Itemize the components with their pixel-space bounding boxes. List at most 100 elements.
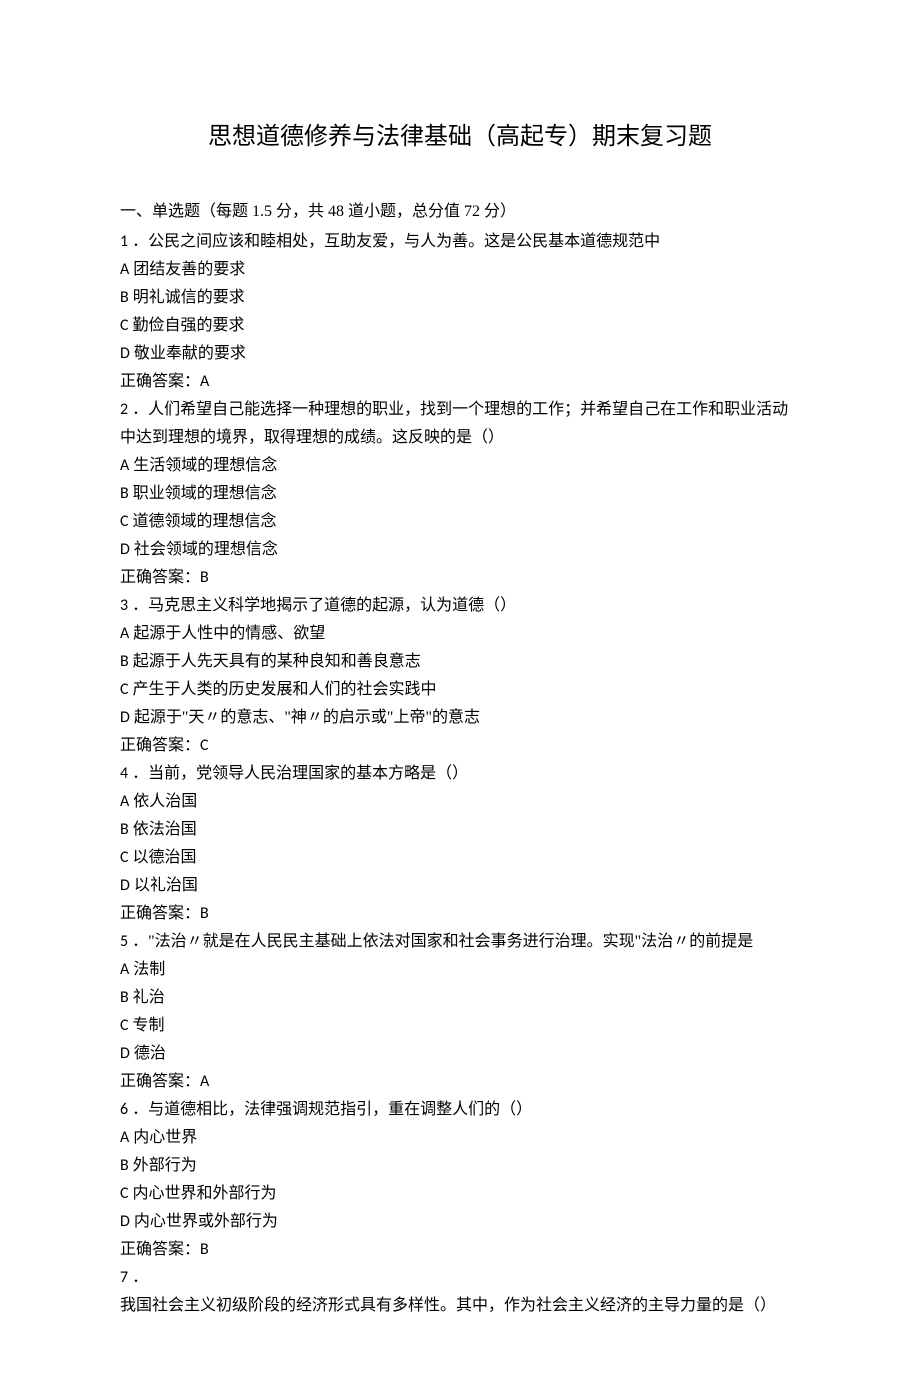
question-separator: ．	[128, 765, 148, 782]
option-text: 外部行为	[129, 1157, 197, 1174]
answer-label: 正确答案：	[120, 569, 200, 586]
option: A 生活领域的理想信念	[120, 452, 800, 480]
question-stem: 7 ．我国社会主义初级阶段的经济形式具有多样性。其中，作为社会主义经济的主导力量…	[120, 1264, 800, 1320]
option-letter: B	[120, 820, 129, 839]
answer-label: 正确答案：	[120, 905, 200, 922]
answer-value: A	[200, 372, 209, 391]
answer-line: 正确答案：B	[120, 1236, 800, 1264]
option: B 明礼诚信的要求	[120, 284, 800, 312]
option-text: 团结友善的要求	[129, 261, 245, 278]
question-number: 4	[120, 764, 128, 783]
option-text: 起源于人性中的情感、欲望	[129, 625, 325, 642]
option-letter: A	[120, 1128, 129, 1147]
option-letter: B	[120, 288, 129, 307]
option-text: 内心世界和外部行为	[129, 1185, 277, 1202]
option: D 起源于"天〃的意志、"神〃的启示或"上帝"的意志	[120, 704, 800, 732]
option-text: 起源于人先天具有的某种良知和善良意志	[129, 653, 421, 670]
option-text: 敬业奉献的要求	[130, 345, 246, 362]
document-page: 思想道德修养与法律基础（高起专）期末复习题 一、单选题（每题 1.5 分，共 4…	[0, 0, 920, 1380]
option-letter: A	[120, 792, 129, 811]
option-text: 法制	[129, 961, 165, 978]
question-number: 3	[120, 596, 128, 615]
answer-line: 正确答案：B	[120, 564, 800, 592]
option: D 社会领域的理想信念	[120, 536, 800, 564]
answer-value: B	[200, 904, 209, 923]
option-letter: C	[120, 680, 129, 699]
question-number: 6	[120, 1100, 128, 1119]
answer-line: 正确答案：C	[120, 732, 800, 760]
option-letter: C	[120, 1184, 129, 1203]
question-stem: 6 ．与道德相比，法律强调规范指引，重在调整人们的（）	[120, 1096, 800, 1124]
question-block: 2 ．人们希望自己能选择一种理想的职业，找到一个理想的工作；并希望自己在工作和职…	[120, 396, 800, 592]
question-block: 3 ．马克思主义科学地揭示了道德的起源，认为道德（） A 起源于人性中的情感、欲望…	[120, 592, 800, 760]
question-number: 1	[120, 232, 128, 251]
question-text: 马克思主义科学地揭示了道德的起源，认为道德（）	[148, 597, 516, 614]
question-block: 7 ．我国社会主义初级阶段的经济形式具有多样性。其中，作为社会主义经济的主导力量…	[120, 1264, 800, 1320]
option-letter: D	[120, 1212, 130, 1231]
option: A 内心世界	[120, 1124, 800, 1152]
question-stem: 4 ．当前，党领导人民治理国家的基本方略是（）	[120, 760, 800, 788]
option: D 敬业奉献的要求	[120, 340, 800, 368]
question-number: 7	[120, 1268, 128, 1287]
page-title: 思想道德修养与法律基础（高起专）期末复习题	[120, 116, 800, 158]
option-letter: D	[120, 876, 130, 895]
answer-label: 正确答案：	[120, 737, 200, 754]
option-text: 明礼诚信的要求	[129, 289, 245, 306]
option: A 团结友善的要求	[120, 256, 800, 284]
option-letter: A	[120, 456, 129, 475]
option-letter: A	[120, 260, 129, 279]
question-text: 当前，党领导人民治理国家的基本方略是（）	[148, 765, 468, 782]
question-text: 与道德相比，法律强调规范指引，重在调整人们的（）	[148, 1101, 532, 1118]
option: A 依人治国	[120, 788, 800, 816]
questions-list: 1 ．公民之间应该和睦相处，互助友爱，与人为善。这是公民基本道德规范中A 团结友…	[120, 228, 800, 1320]
option-text: 内心世界或外部行为	[130, 1213, 278, 1230]
question-separator: ．	[128, 1101, 148, 1118]
option: D 德治	[120, 1040, 800, 1068]
option: D 内心世界或外部行为	[120, 1208, 800, 1236]
option-text: 生活领域的理想信念	[129, 457, 277, 474]
option-letter: A	[120, 624, 129, 643]
option-letter: C	[120, 316, 129, 335]
option: B 外部行为	[120, 1152, 800, 1180]
answer-value: C	[200, 736, 209, 755]
option-text: 依法治国	[129, 821, 197, 838]
answer-label: 正确答案：	[120, 1241, 200, 1258]
answer-line: 正确答案：A	[120, 368, 800, 396]
question-block: 6 ．与道德相比，法律强调规范指引，重在调整人们的（）A 内心世界B 外部行为C…	[120, 1096, 800, 1264]
option-letter: B	[120, 988, 129, 1007]
question-number: 2	[120, 400, 128, 419]
question-number: 5	[120, 932, 128, 951]
answer-line: 正确答案：A	[120, 1068, 800, 1096]
option-text: 礼治	[129, 989, 165, 1006]
option-text: 社会领域的理想信念	[130, 541, 278, 558]
question-separator: ．	[128, 401, 148, 418]
section-header: 一、单选题（每题 1.5 分，共 48 道小题，总分值 72 分）	[120, 198, 800, 226]
option-text: 职业领域的理想信念	[129, 485, 277, 502]
option: C 内心世界和外部行为	[120, 1180, 800, 1208]
option-letter: D	[120, 708, 130, 727]
question-separator: ．	[128, 233, 148, 250]
answer-label: 正确答案：	[120, 373, 200, 390]
option: D 以礼治国	[120, 872, 800, 900]
option-text: 内心世界	[129, 1129, 197, 1146]
question-text: 我国社会主义初级阶段的经济形式具有多样性。其中，作为社会主义经济的主导力量的是（…	[120, 1297, 776, 1314]
question-text: 人们希望自己能选择一种理想的职业，找到一个理想的工作；并希望自己在工作和职业活动…	[120, 401, 788, 446]
question-separator: ．	[128, 597, 148, 614]
option-text: 起源于"天〃的意志、"神〃的启示或"上帝"的意志	[130, 709, 480, 726]
option: C 道德领域的理想信念	[120, 508, 800, 536]
option-text: 勤俭自强的要求	[129, 317, 245, 334]
question-separator: ．	[128, 933, 148, 950]
option-letter: D	[120, 344, 130, 363]
option-letter: B	[120, 652, 129, 671]
option-text: 专制	[129, 1017, 165, 1034]
option: A 法制	[120, 956, 800, 984]
option-letter: C	[120, 1016, 129, 1035]
option-text: 以礼治国	[130, 877, 198, 894]
option-letter: C	[120, 512, 129, 531]
option-letter: A	[120, 960, 129, 979]
answer-value: B	[200, 568, 209, 587]
option-text: 道德领域的理想信念	[129, 513, 277, 530]
option-letter: C	[120, 848, 129, 867]
option-text: 依人治国	[129, 793, 197, 810]
question-stem: 5 ．"法治〃就是在人民民主基础上依法对国家和社会事务进行治理。实现"法治〃的前…	[120, 928, 800, 956]
